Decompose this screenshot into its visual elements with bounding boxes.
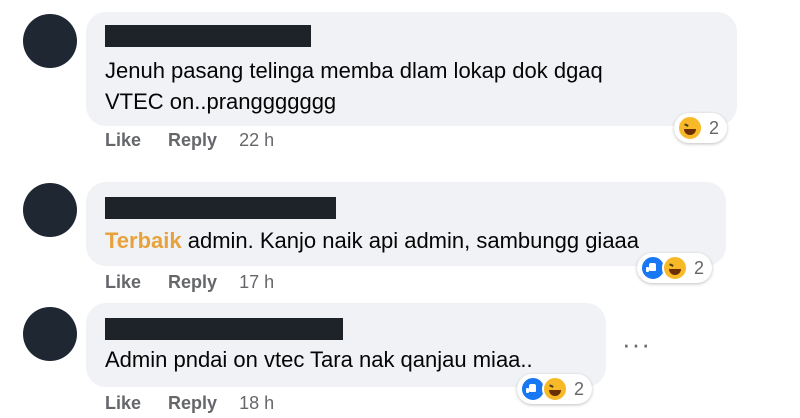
- reply-button[interactable]: Reply: [168, 130, 217, 151]
- avatar[interactable]: [23, 183, 77, 237]
- reaction-count: 2: [694, 257, 705, 278]
- comment-text: Jenuh pasang telinga memba dlam lokap do…: [105, 58, 603, 114]
- redacted-author-name: [105, 197, 336, 219]
- timestamp[interactable]: 18 h: [239, 393, 274, 414]
- reaction-summary[interactable]: 2: [637, 253, 713, 283]
- redacted-author-name: [105, 25, 311, 47]
- like-button[interactable]: Like: [105, 393, 141, 414]
- like-button[interactable]: Like: [105, 272, 141, 293]
- avatar[interactable]: [23, 14, 77, 68]
- reply-button[interactable]: Reply: [168, 272, 217, 293]
- comment-actions: Like Reply 18 h: [105, 393, 274, 414]
- badge-label: Terbaik: [105, 228, 182, 253]
- reaction-summary[interactable]: 2: [517, 374, 593, 404]
- redacted-author-name: [105, 318, 343, 340]
- comment-actions: Like Reply 17 h: [105, 272, 274, 293]
- reaction-count: 2: [709, 117, 720, 138]
- comment-bubble: Terbaik admin. Kanjo naik api admin, sam…: [86, 182, 726, 266]
- comment-body: admin. Kanjo naik api admin, sambungg gi…: [181, 228, 640, 253]
- haha-icon: [677, 115, 703, 141]
- reply-button[interactable]: Reply: [168, 393, 217, 414]
- reaction-summary[interactable]: 2: [674, 113, 728, 143]
- comment-text: Admin pndai on vtec Tara nak qanjau miaa…: [105, 347, 533, 372]
- reaction-count: 2: [574, 378, 585, 399]
- avatar[interactable]: [23, 307, 77, 361]
- more-options-icon[interactable]: ···: [622, 331, 651, 357]
- timestamp[interactable]: 22 h: [239, 130, 274, 151]
- timestamp[interactable]: 17 h: [239, 272, 274, 293]
- haha-icon: [542, 376, 568, 402]
- comment-bubble: Jenuh pasang telinga memba dlam lokap do…: [86, 12, 737, 126]
- comment-actions: Like Reply 22 h: [105, 130, 274, 151]
- like-button[interactable]: Like: [105, 130, 141, 151]
- haha-icon: [662, 255, 688, 281]
- comment-text: Terbaik admin. Kanjo naik api admin, sam…: [105, 225, 639, 256]
